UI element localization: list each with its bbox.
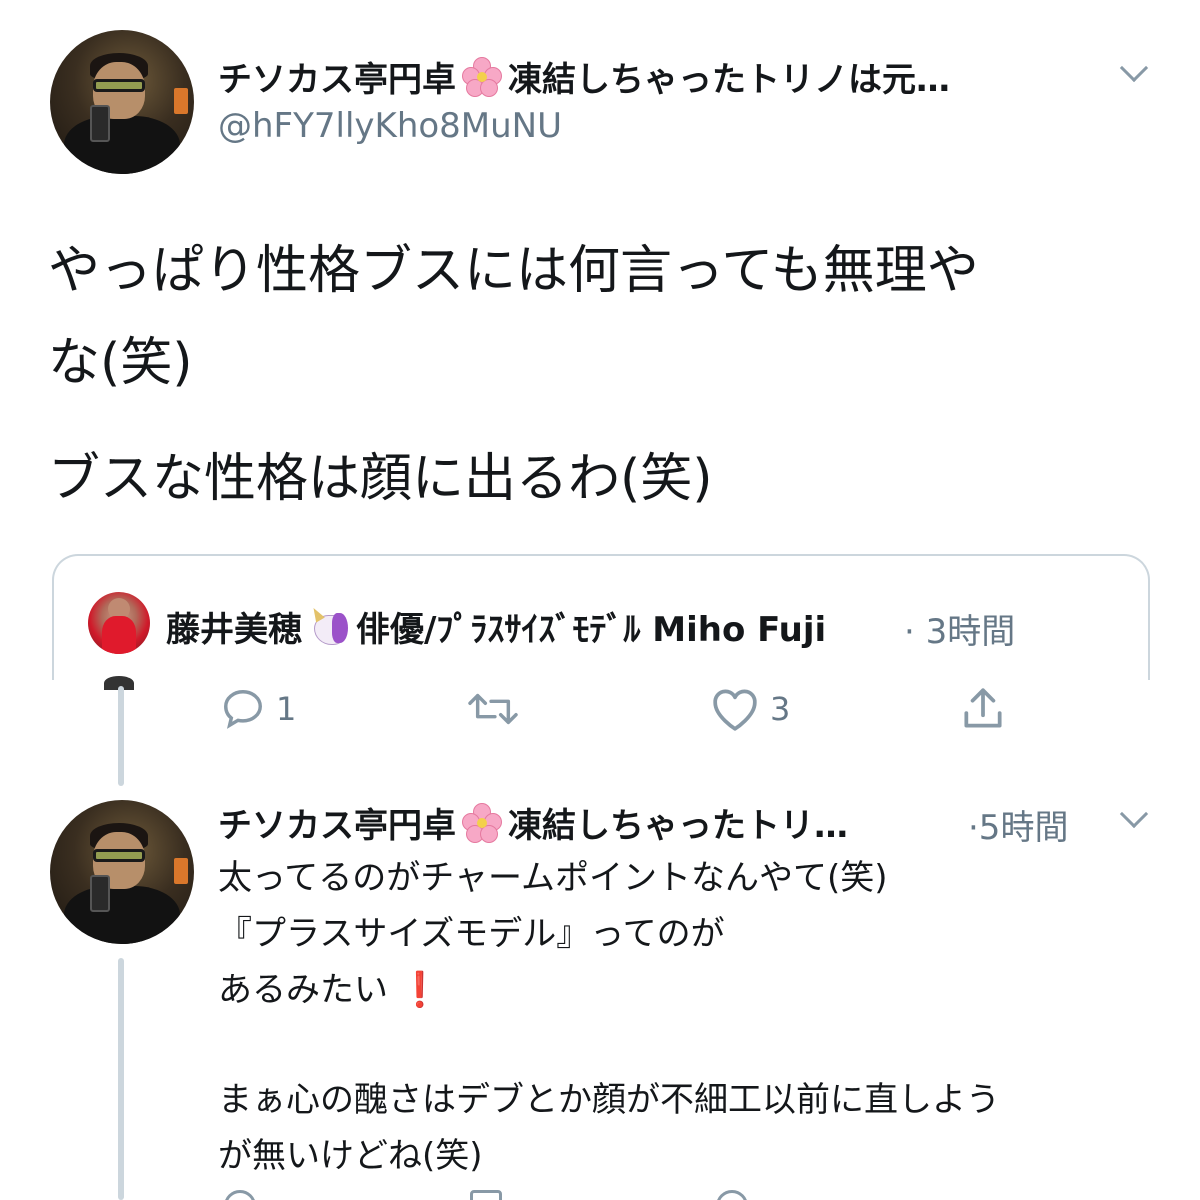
heart-icon[interactable] <box>716 1190 748 1200</box>
unicorn-icon <box>306 605 352 647</box>
quoted-name: 藤井美穂 <box>166 610 302 650</box>
author-avatar[interactable] <box>50 30 194 174</box>
reply-action-bar-partial <box>0 1186 1200 1200</box>
avatar-background-accent <box>173 857 189 884</box>
heart-icon <box>713 689 757 731</box>
avatar-glasses <box>93 78 146 92</box>
reply-count: 1 <box>276 690 297 728</box>
reply-text-line: が無いけどね(笑) <box>218 1136 483 1176</box>
cherry-blossom-icon <box>462 57 502 97</box>
reply-text-line: あるみたい ❗ <box>218 962 1168 1018</box>
share-icon <box>964 688 1002 728</box>
share-button[interactable] <box>958 684 1008 734</box>
reply-text-line: まぁ心の醜さはデブとか顔が不細工以前に直しよう <box>218 1080 1000 1120</box>
quoted-author-name[interactable]: 藤井美穂 俳優/ﾌﾟﾗｽｻｲｽﾞﾓﾃﾞﾙ Miho Fuji <box>166 602 826 651</box>
reply-text-line: 『プラスサイズモデル』ってのが <box>218 914 725 954</box>
reply-icon[interactable] <box>224 1190 256 1200</box>
reply-timestamp[interactable]: ·5時間 <box>968 800 1068 849</box>
tweet-text-line: な(笑) <box>48 333 193 393</box>
retweet-button[interactable] <box>466 686 530 732</box>
chevron-down-icon[interactable] <box>1119 799 1149 829</box>
reply-tweet-text: 太ってるのがチャームポイントなんやて(笑) 『プラスサイズモデル』ってのが ある… <box>218 850 1168 1184</box>
reply-button[interactable]: 1 <box>220 686 296 732</box>
author-name: チソカス亭円卓 <box>218 60 456 100</box>
thread-line <box>118 958 124 1200</box>
like-count: 3 <box>770 690 791 728</box>
tweet-text-line: ブスな性格は顔に出るわ(笑) <box>48 449 713 509</box>
retweet-icon[interactable] <box>470 1190 502 1200</box>
quoted-timestamp[interactable]: · 3時間 <box>904 604 1015 653</box>
reply-icon <box>224 690 262 729</box>
author-name-suffix: 凍結しちゃったトリノは元… <box>508 60 950 100</box>
author-handle[interactable]: @hFY7llyKho8MuNU <box>218 106 562 146</box>
avatar-figure <box>64 116 180 174</box>
reply-text-line: 太ってるのがチャームポイントなんやて(笑) <box>218 858 888 898</box>
tweet-text-line: やっぱり性格ブスには何言っても無理や <box>48 241 979 301</box>
avatar-phone <box>90 874 111 913</box>
reply-text-spacer <box>218 1018 1168 1072</box>
quoted-avatar-dress <box>102 616 136 654</box>
author-display-name[interactable]: チソカス亭円卓 凍結しちゃったトリノは元… <box>218 52 1078 101</box>
reply-author-display-name[interactable]: チソカス亭円卓 凍結しちゃったトリ… <box>218 798 958 847</box>
reply-author-name: チソカス亭円卓 <box>218 806 456 846</box>
like-button[interactable]: 3 <box>710 686 790 732</box>
chevron-down-icon[interactable] <box>1119 53 1149 83</box>
thread-line <box>118 686 124 786</box>
reply-text-fragment: あるみたい <box>218 970 388 1010</box>
avatar-glasses <box>93 848 146 862</box>
reply-author-name-suffix: 凍結しちゃったトリ… <box>508 806 848 846</box>
avatar-background-accent <box>173 87 189 114</box>
exclamation-icon: ❗ <box>398 970 442 1010</box>
retweet-icon <box>468 693 518 725</box>
avatar-figure <box>64 886 180 944</box>
cherry-blossom-icon <box>462 803 502 843</box>
reply-author-avatar[interactable] <box>50 800 194 944</box>
quoted-author-avatar[interactable] <box>88 592 150 654</box>
avatar-phone <box>90 104 111 143</box>
quoted-name-suffix: 俳優/ﾌﾟﾗｽｻｲｽﾞﾓﾃﾞﾙ Miho Fuji <box>356 610 827 650</box>
tweet-action-bar: 1 3 <box>0 680 1200 744</box>
